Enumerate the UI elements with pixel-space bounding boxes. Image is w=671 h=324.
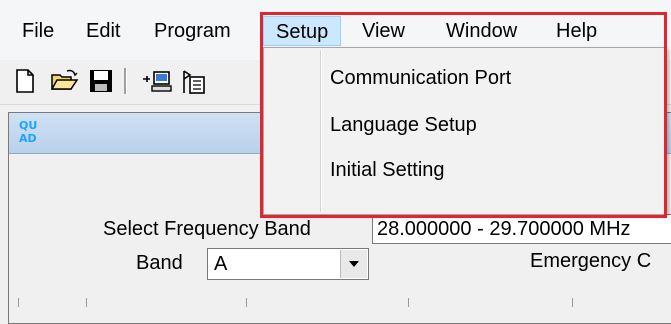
menu-window[interactable]: Window [438,16,525,46]
band-label: Band [136,252,183,274]
menu-item-communication-port[interactable]: Communication Port [330,58,511,98]
write-to-radio-icon[interactable] [180,66,210,96]
setup-dropdown-menu: Communication Port Language Setup Initia… [263,47,667,215]
read-from-radio-icon[interactable] [142,66,172,96]
chevron-down-icon[interactable] [340,250,367,278]
menu-setup[interactable]: Setup [263,16,342,46]
menu-program[interactable]: Program [146,16,239,46]
band-value: A [214,253,228,275]
new-file-icon[interactable] [10,66,40,96]
toolbar-separator [124,68,127,94]
table-divider [572,298,573,307]
table-divider [18,298,19,307]
menu-icon-gutter [320,50,322,212]
frequency-band-select[interactable]: 28.000000 - 29.700000 MHz [372,214,671,244]
table-divider [86,298,87,307]
open-folder-icon[interactable] [50,66,80,96]
app-logo-icon: QU AD [19,119,38,145]
select-frequency-band-label: Select Frequency Band [103,218,311,240]
table-divider [246,298,247,307]
menu-item-language-setup[interactable]: Language Setup [330,105,477,145]
menu-file[interactable]: File [14,16,62,46]
save-disk-icon[interactable] [86,66,116,96]
menu-item-initial-setting[interactable]: Initial Setting [330,150,445,190]
menu-view[interactable]: View [354,16,413,46]
menu-help[interactable]: Help [548,16,605,46]
emergency-channel-label: Emergency C [530,250,652,272]
menu-edit[interactable]: Edit [78,16,128,46]
table-divider [408,298,409,307]
band-combobox[interactable]: A [207,248,369,280]
